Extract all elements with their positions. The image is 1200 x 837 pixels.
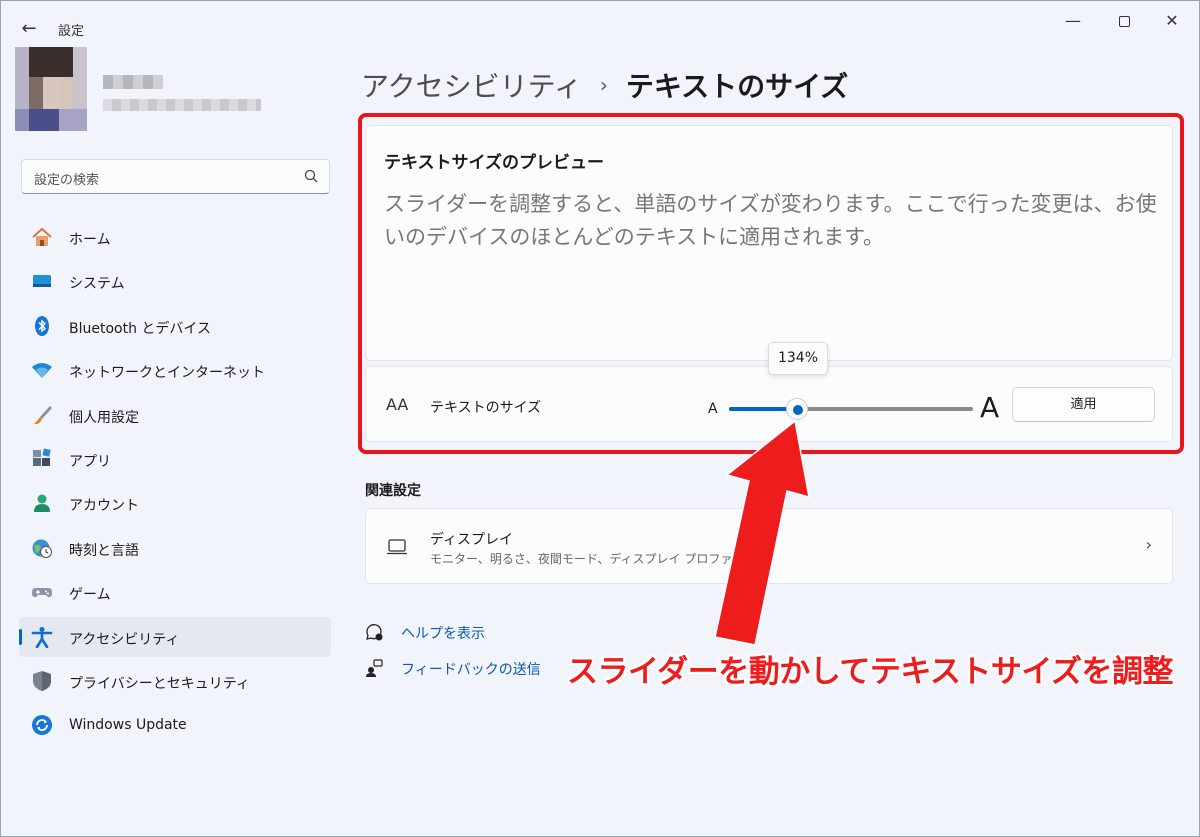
apps-icon xyxy=(33,448,51,466)
sidebar-item-label: ホーム xyxy=(69,232,111,248)
help-icon xyxy=(366,624,383,641)
system-icon xyxy=(33,275,51,288)
maximize-icon xyxy=(1118,16,1130,27)
sidebar-item-accounts[interactable]: アカウント xyxy=(19,483,331,523)
chevron-right-icon: › xyxy=(599,73,608,97)
maximize-button[interactable] xyxy=(1101,7,1147,35)
profile-name-redacted xyxy=(103,75,163,89)
search-placeholder: 設定の検索 xyxy=(34,173,100,188)
annotation-highlight-box xyxy=(358,113,1184,454)
close-button[interactable]: ✕ xyxy=(1149,7,1195,35)
sidebar-item-bluetooth[interactable]: Bluetooth とデバイス xyxy=(19,306,331,346)
minimize-button[interactable]: — xyxy=(1050,7,1096,35)
app-title: 設定 xyxy=(58,24,85,39)
accessibility-icon xyxy=(31,626,53,648)
sidebar-item-label: プライバシーとセキュリティ xyxy=(69,675,250,692)
home-icon xyxy=(32,227,52,246)
sidebar-item-label: アクセシビリティ xyxy=(69,631,180,648)
clock-globe-icon xyxy=(32,539,52,558)
title-bar: ← 設定 — ✕ xyxy=(1,1,1199,45)
sidebar-item-label: Bluetooth とデバイス xyxy=(69,320,211,337)
page-title: テキストのサイズ xyxy=(625,70,849,103)
annotation-caption: スライダーを動かしてテキストサイズを調整 xyxy=(567,654,1173,690)
sidebar-item-time-language[interactable]: 時刻と言語 xyxy=(19,528,331,568)
search-input[interactable]: 設定の検索 xyxy=(21,159,330,194)
back-arrow-icon[interactable]: ← xyxy=(15,15,43,43)
laptop-icon xyxy=(387,539,407,555)
settings-window: ← 設定 — ✕ 設定の検索 ホーム システム Bluetooth とデバイス … xyxy=(0,0,1200,837)
sidebar-item-accessibility[interactable]: アクセシビリティ xyxy=(19,616,331,657)
related-settings-heading: 関連設定 xyxy=(365,483,421,499)
brush-icon xyxy=(34,405,52,424)
sidebar-item-apps[interactable]: アプリ xyxy=(19,439,331,479)
shield-icon xyxy=(33,670,51,691)
update-icon xyxy=(32,715,52,736)
sidebar-item-label: システム xyxy=(69,276,125,293)
sidebar-item-label: 時刻と言語 xyxy=(69,542,139,559)
profile-email-redacted xyxy=(103,99,261,111)
breadcrumb: アクセシビリティ › テキストのサイズ xyxy=(361,65,848,105)
sidebar-nav: ホーム システム Bluetooth とデバイス ネットワークとインターネット xyxy=(19,217,331,750)
sidebar-item-label: 個人用設定 xyxy=(69,409,139,426)
sidebar-item-personalization[interactable]: 個人用設定 xyxy=(19,395,331,435)
help-link-text[interactable]: ヘルプを表示 xyxy=(401,623,485,643)
gamepad-icon xyxy=(32,588,52,598)
sidebar-item-label: ゲーム xyxy=(69,587,111,604)
sidebar-item-label: アカウント xyxy=(69,498,139,515)
avatar[interactable] xyxy=(15,47,87,131)
display-title: ディスプレイ xyxy=(430,532,514,548)
sidebar-item-windows-update[interactable]: Windows Update xyxy=(19,705,331,745)
feedback-icon xyxy=(366,659,383,677)
sidebar-item-privacy[interactable]: プライバシーとセキュリティ xyxy=(19,661,331,701)
sidebar-item-network[interactable]: ネットワークとインターネット xyxy=(19,350,331,390)
sidebar-item-label: Windows Update xyxy=(69,717,187,734)
feedback-link-text[interactable]: フィードバックの送信 xyxy=(401,659,541,679)
sidebar-item-home[interactable]: ホーム xyxy=(19,217,331,257)
account-icon xyxy=(34,494,50,513)
annotation-arrow-icon xyxy=(714,419,810,646)
search-icon xyxy=(304,169,318,183)
breadcrumb-parent[interactable]: アクセシビリティ xyxy=(361,70,582,103)
chevron-right-icon: › xyxy=(1145,535,1152,554)
bluetooth-icon xyxy=(35,315,49,336)
wifi-icon xyxy=(32,363,52,379)
sidebar-item-label: アプリ xyxy=(69,453,111,470)
sidebar-item-gaming[interactable]: ゲーム xyxy=(19,572,331,612)
sidebar-item-label: ネットワークとインターネット xyxy=(69,365,265,382)
sidebar-item-system[interactable]: システム xyxy=(19,261,331,301)
